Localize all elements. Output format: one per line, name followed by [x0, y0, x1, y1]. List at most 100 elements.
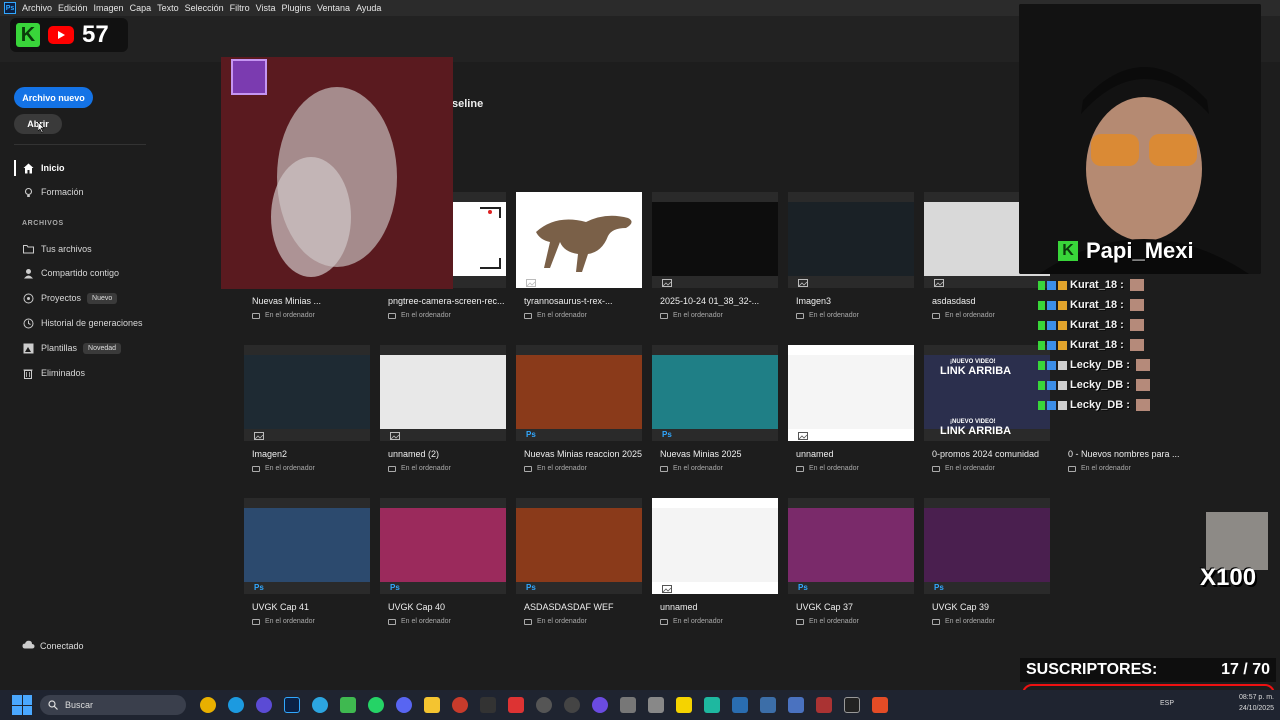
edge-icon[interactable]	[228, 697, 244, 713]
prime-badge-icon	[1047, 320, 1056, 330]
computer-icon	[524, 618, 532, 625]
ps-file-badge: Ps	[798, 583, 808, 592]
thumbnail-image	[516, 508, 642, 582]
windows-start-icon[interactable]	[12, 695, 32, 715]
file-thumbnail	[652, 192, 778, 288]
menu-ayuda[interactable]: Ayuda	[356, 3, 381, 13]
file-card[interactable]: Ps ASDASDASDAF WEF En el ordenador	[516, 498, 642, 636]
file-card[interactable]: Ps UVGK Cap 40 En el ordenador	[380, 498, 506, 636]
input-language[interactable]: ESP	[1160, 700, 1174, 707]
menu-ventana[interactable]: Ventana	[317, 3, 350, 13]
thumbnail-image	[788, 202, 914, 276]
menu-texto[interactable]: Texto	[157, 3, 179, 13]
sidebar-item-label: Eliminados	[41, 368, 86, 378]
file-card[interactable]: Ps UVGK Cap 37 En el ordenador	[788, 498, 914, 636]
app-icon[interactable]	[704, 697, 720, 713]
active-indicator	[14, 160, 16, 176]
sidebar-item-inicio[interactable]: Inicio	[22, 160, 65, 176]
sidebar-item-compartido[interactable]: Compartido contigo	[22, 265, 119, 281]
file-thumbnail: Ps	[788, 498, 914, 594]
chat-message: Lecky_DB :	[1038, 375, 1188, 395]
menu-capa[interactable]: Capa	[130, 3, 152, 13]
chat-username: Lecky_DB :	[1070, 399, 1130, 411]
chrome-icon[interactable]	[200, 697, 216, 713]
telegram-icon[interactable]	[312, 697, 328, 713]
capcut-icon[interactable]	[480, 697, 496, 713]
obs-icon[interactable]	[536, 697, 552, 713]
menu-edicion[interactable]: Edición	[58, 3, 88, 13]
sidebar-item-label: Historial de generaciones	[41, 318, 143, 328]
app-icon[interactable]	[732, 697, 748, 713]
app-icon[interactable]	[508, 697, 524, 713]
file-card[interactable]: tyrannosaurus-t-rex-... En el ordenador	[516, 192, 642, 330]
clock-date: 24/10/2025	[1238, 705, 1274, 712]
brave-icon[interactable]	[872, 697, 888, 713]
subscriber-goal-label: SUSCRIPTORES:	[1026, 661, 1158, 678]
new-file-button[interactable]: Archivo nuevo	[14, 87, 93, 108]
file-name: unnamed (2)	[388, 449, 440, 459]
channel-brand-badge: K 57	[10, 18, 128, 52]
file-card[interactable]: Imagen3 En el ordenador	[788, 192, 914, 330]
menu-filtro[interactable]: Filtro	[230, 3, 250, 13]
file-card[interactable]: Ps UVGK Cap 39 En el ordenador	[924, 498, 1050, 636]
sidebar-item-eliminados[interactable]: Eliminados	[22, 365, 85, 381]
vpn-icon[interactable]	[256, 697, 272, 713]
menu-plugins[interactable]: Plugins	[282, 3, 312, 13]
app-icon[interactable]	[760, 697, 776, 713]
android-icon[interactable]	[340, 697, 356, 713]
chat-message: Lecky_DB :	[1038, 395, 1188, 415]
epic-games-icon[interactable]	[844, 697, 860, 713]
menu-vista[interactable]: Vista	[256, 3, 276, 13]
file-name: unnamed	[796, 449, 834, 459]
system-clock[interactable]: 08:57 p. m. 24/10/2025	[1239, 692, 1274, 714]
file-card[interactable]: Ps Nuevas Minias reaccion 2025 En el ord…	[516, 345, 642, 483]
computer-icon	[524, 465, 532, 472]
discord-icon[interactable]	[396, 697, 412, 713]
app-icon[interactable]	[564, 697, 580, 713]
notes-icon[interactable]	[676, 697, 692, 713]
file-card[interactable]: Imagen2 En el ordenador	[244, 345, 370, 483]
image-file-icon	[662, 585, 672, 593]
taskbar-search[interactable]: Buscar	[40, 695, 186, 715]
image-file-icon	[526, 279, 536, 287]
file-card[interactable]: unnamed En el ordenador	[788, 345, 914, 483]
file-card[interactable]: unnamed En el ordenador	[652, 498, 778, 636]
photoshop-taskbar-icon[interactable]	[284, 697, 300, 713]
app-icon[interactable]	[648, 697, 664, 713]
file-explorer-icon[interactable]	[424, 697, 440, 713]
webcam-overlay	[1019, 4, 1261, 274]
ps-file-badge: Ps	[662, 430, 672, 439]
file-card[interactable]: 2025-10-24 01_38_32-... En el ordenador	[652, 192, 778, 330]
sidebar-item-plantillas[interactable]: Plantillas Novedad	[22, 340, 122, 356]
app-icon[interactable]	[816, 697, 832, 713]
file-location: En el ordenador	[1068, 465, 1131, 472]
file-card[interactable]: Ps UVGK Cap 41 En el ordenador	[244, 498, 370, 636]
file-card[interactable]: unnamed (2) En el ordenador	[380, 345, 506, 483]
menu-imagen[interactable]: Imagen	[94, 3, 124, 13]
file-card[interactable]: Ps Nuevas Minias 2025 En el ordenador	[652, 345, 778, 483]
sidebar-item-proyectos[interactable]: Proyectos Nuevo	[22, 290, 118, 306]
sidebar-item-formacion[interactable]: Formación	[22, 184, 84, 200]
app-icon[interactable]	[788, 697, 804, 713]
app-icon[interactable]	[620, 697, 636, 713]
menu-archivo[interactable]: Archivo	[22, 3, 52, 13]
x100-overlay: X100	[1200, 512, 1270, 592]
chat-message: Kurat_18 :	[1038, 315, 1188, 335]
whatsapp-icon[interactable]	[368, 697, 384, 713]
sidebar-item-historial[interactable]: Historial de generaciones	[22, 315, 143, 331]
file-card[interactable]: ¡NUEVO VIDEO! LINK ARRIBA ¡NUEVO VIDEO! …	[924, 345, 1050, 483]
file-name: unnamed	[660, 602, 698, 612]
computer-icon	[1068, 465, 1076, 472]
file-thumbnail: Ps	[652, 345, 778, 441]
file-thumbnail: ¡NUEVO VIDEO! LINK ARRIBA ¡NUEVO VIDEO! …	[924, 345, 1050, 441]
app-icon[interactable]	[452, 697, 468, 713]
open-button[interactable]: Abrir	[14, 114, 62, 134]
menu-seleccion[interactable]: Selección	[185, 3, 224, 13]
k-badge-icon	[1038, 320, 1045, 330]
ps-file-badge: Ps	[526, 430, 536, 439]
sidebar-item-tus-archivos[interactable]: Tus archivos	[22, 241, 92, 257]
file-location: En el ordenador	[252, 618, 315, 625]
people-icon	[22, 267, 34, 279]
chat-message: Kurat_18 :	[1038, 275, 1188, 295]
app-icon[interactable]	[592, 697, 608, 713]
